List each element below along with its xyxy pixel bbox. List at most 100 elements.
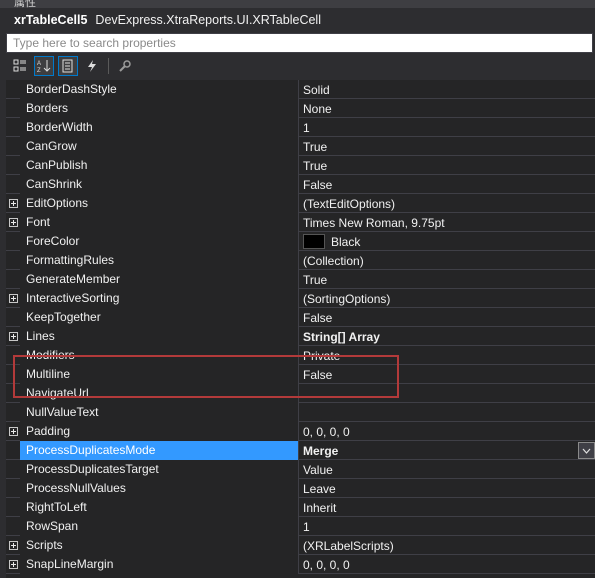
property-row[interactable]: EditOptions (TextEditOptions) (6, 194, 595, 213)
property-row[interactable]: Scripts (XRLabelScripts) (6, 536, 595, 555)
property-value[interactable]: False (298, 365, 595, 384)
property-row[interactable]: InteractiveSorting (SortingOptions) (6, 289, 595, 308)
property-value-text: 1 (303, 519, 310, 534)
property-value[interactable] (298, 403, 595, 422)
expander-spacer (6, 156, 20, 175)
properties-icon (62, 59, 73, 73)
dropdown-button[interactable] (578, 442, 595, 459)
expand-icon[interactable] (6, 536, 20, 555)
property-value[interactable]: (TextEditOptions) (298, 194, 595, 213)
property-value[interactable]: Merge (298, 441, 595, 460)
property-row[interactable]: RightToLeft Inherit (6, 498, 595, 517)
property-value-text: True (303, 139, 328, 154)
property-value[interactable]: True (298, 156, 595, 175)
expand-icon[interactable] (6, 289, 20, 308)
categorized-button[interactable] (10, 56, 30, 76)
property-value[interactable]: (Collection) (298, 251, 595, 270)
property-row[interactable]: Multiline False (6, 365, 595, 384)
properties-button[interactable] (58, 56, 78, 76)
property-value-text: Leave (303, 481, 336, 496)
object-selector[interactable]: xrTableCell5 DevExpress.XtraReports.UI.X… (0, 8, 595, 32)
property-value-text: None (303, 101, 332, 116)
alphabetical-button[interactable]: A Z (34, 56, 54, 76)
property-value[interactable]: String[] Array (298, 327, 595, 346)
property-value-text: False (303, 367, 333, 382)
expander-spacer (6, 308, 20, 327)
property-value[interactable]: 0, 0, 0, 0 (298, 422, 595, 441)
property-row[interactable]: CanShrink False (6, 175, 595, 194)
property-value[interactable]: Inherit (298, 498, 595, 517)
property-row[interactable]: NavigateUrl (6, 384, 595, 403)
expand-icon[interactable] (6, 422, 20, 441)
property-value[interactable]: Private (298, 346, 595, 365)
property-row[interactable]: Modifiers Private (6, 346, 595, 365)
property-row[interactable]: FormattingRules (Collection) (6, 251, 595, 270)
property-value[interactable]: 0, 0, 0, 0 (298, 555, 595, 574)
expander-spacer (6, 517, 20, 536)
property-value[interactable]: 1 (298, 517, 595, 536)
expander-spacer (6, 498, 20, 517)
plus-icon (8, 332, 18, 341)
expander-spacer (6, 175, 20, 194)
property-value-text: Merge (303, 443, 339, 458)
property-value[interactable]: False (298, 308, 595, 327)
property-row[interactable]: KeepTogether False (6, 308, 595, 327)
expander-spacer (6, 346, 20, 365)
expand-icon[interactable] (6, 555, 20, 574)
property-row[interactable]: ProcessNullValues Leave (6, 479, 595, 498)
property-name: Modifiers (20, 346, 298, 365)
search-box[interactable] (6, 33, 593, 53)
property-row[interactable]: CanPublish True (6, 156, 595, 175)
property-name: FormattingRules (20, 251, 298, 270)
property-value[interactable]: Solid (298, 80, 595, 99)
property-row[interactable]: SnapLineMargin 0, 0, 0, 0 (6, 555, 595, 574)
property-row[interactable]: Lines String[] Array (6, 327, 595, 346)
property-value[interactable]: True (298, 137, 595, 156)
property-row[interactable]: BorderWidth 1 (6, 118, 595, 137)
property-row[interactable]: ProcessDuplicatesTarget Value (6, 460, 595, 479)
events-button[interactable] (82, 56, 102, 76)
property-row[interactable]: GenerateMember True (6, 270, 595, 289)
expand-icon[interactable] (6, 327, 20, 346)
expand-icon[interactable] (6, 213, 20, 232)
property-value[interactable]: True (298, 270, 595, 289)
property-value[interactable]: False (298, 175, 595, 194)
expander-spacer (6, 232, 20, 251)
property-value[interactable]: None (298, 99, 595, 118)
property-pages-button[interactable] (115, 56, 135, 76)
property-name: EditOptions (20, 194, 298, 213)
property-value-text: Solid (303, 82, 330, 97)
property-row[interactable]: Font Times New Roman, 9.75pt (6, 213, 595, 232)
property-row[interactable]: RowSpan 1 (6, 517, 595, 536)
property-value[interactable]: Value (298, 460, 595, 479)
plus-icon (8, 541, 18, 550)
property-row[interactable]: Padding 0, 0, 0, 0 (6, 422, 595, 441)
property-row[interactable]: NullValueText (6, 403, 595, 422)
property-row[interactable]: ProcessDuplicatesMode Merge (6, 441, 595, 460)
categorized-icon (13, 59, 26, 72)
property-value[interactable]: Leave (298, 479, 595, 498)
search-input[interactable] (13, 34, 592, 52)
property-value[interactable]: (XRLabelScripts) (298, 536, 595, 555)
property-value[interactable]: Times New Roman, 9.75pt (298, 213, 595, 232)
expander-spacer (6, 80, 20, 99)
property-name: RowSpan (20, 517, 298, 536)
property-value[interactable]: 1 (298, 118, 595, 137)
expander-spacer (6, 118, 20, 137)
plus-icon (8, 427, 18, 436)
property-row[interactable]: ForeColor Black (6, 232, 595, 251)
property-name: ProcessNullValues (20, 479, 298, 498)
property-name: Font (20, 213, 298, 232)
property-value-text: Value (303, 462, 333, 477)
property-name: Multiline (20, 365, 298, 384)
property-row[interactable]: Borders None (6, 99, 595, 118)
property-value[interactable]: (SortingOptions) (298, 289, 595, 308)
property-value[interactable]: Black (298, 232, 595, 251)
expander-spacer (6, 270, 20, 289)
property-value[interactable] (298, 384, 595, 403)
property-row[interactable]: BorderDashStyle Solid (6, 80, 595, 99)
property-name: NullValueText (20, 403, 298, 422)
property-value-text: Inherit (303, 500, 337, 515)
property-row[interactable]: CanGrow True (6, 137, 595, 156)
expand-icon[interactable] (6, 194, 20, 213)
